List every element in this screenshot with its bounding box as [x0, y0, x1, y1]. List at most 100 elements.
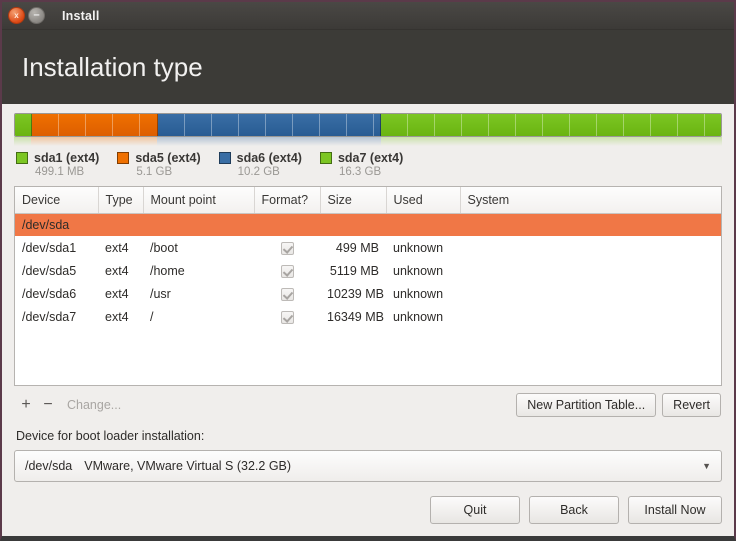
cell-format	[254, 213, 320, 236]
column-header-size[interactable]: Size	[320, 187, 387, 214]
partition-toolbar: + − Change... New Partition Table... Rev…	[14, 386, 722, 424]
quit-button[interactable]: Quit	[430, 496, 520, 524]
cell-used: unknown	[393, 309, 444, 324]
cell-system	[460, 305, 721, 328]
legend-item-header: sda7 (ext4)	[319, 151, 404, 165]
cell-size: 499 MB	[335, 240, 379, 255]
boot-loader-label: Device for boot loader installation:	[16, 429, 205, 443]
close-glyph: x	[14, 10, 19, 20]
window-title: Install	[62, 8, 100, 23]
title-bar: x – Install	[2, 2, 734, 30]
column-header-device[interactable]: Device	[15, 187, 99, 214]
cell-system	[460, 236, 721, 259]
footer-buttons: Quit Back Install Now	[14, 482, 722, 536]
cell-format	[254, 259, 320, 282]
partition-segment-reflection-sda6	[157, 137, 381, 146]
legend-size: 16.3 GB	[338, 166, 382, 178]
legend-item-0: sda1 (ext4) 499.1 MB	[16, 151, 99, 178]
cell-size: 16349 MB	[327, 309, 384, 324]
legend-label: sda7 (ext4)	[337, 151, 404, 165]
cell-device: /dev/sda7	[22, 309, 77, 324]
partition-segment-sda7[interactable]	[380, 114, 721, 136]
back-button[interactable]: Back	[529, 496, 619, 524]
cell-system	[460, 259, 721, 282]
install-now-button[interactable]: Install Now	[628, 496, 722, 524]
cell-used: unknown	[393, 240, 444, 255]
column-header-system[interactable]: System	[460, 187, 721, 214]
cell-size: 10239 MB	[327, 286, 384, 301]
legend-item-2: sda6 (ext4) 10.2 GB	[218, 151, 302, 178]
format-checkbox[interactable]	[280, 287, 294, 301]
partition-segment-reflection-sda1	[14, 137, 31, 146]
cell-format	[254, 282, 320, 305]
add-partition-button[interactable]: +	[15, 396, 37, 414]
cell-format	[254, 305, 320, 328]
cell-mount-point: /boot	[150, 240, 178, 255]
minimize-icon[interactable]: –	[28, 7, 45, 24]
cell-mount-point: /usr	[150, 286, 171, 301]
partition-segment-reflection-sda5	[30, 137, 157, 146]
revert-button[interactable]: Revert	[662, 393, 721, 417]
legend-size: 10.2 GB	[237, 166, 280, 178]
chevron-down-icon: ▼	[702, 461, 711, 471]
format-checkbox[interactable]	[280, 310, 294, 324]
column-header-mount-point[interactable]: Mount point	[143, 187, 255, 214]
format-checkbox[interactable]	[280, 264, 294, 278]
partition-table: Device Type Mount point Format? Size Used Syst…	[15, 187, 721, 328]
legend-swatch-icon	[319, 152, 332, 164]
cell-system	[460, 282, 721, 305]
table-row[interactable]: /dev/sda5 ext4/home 5119 MB unknown	[15, 259, 721, 282]
column-header-format[interactable]: Format?	[254, 187, 321, 214]
cell-type: ext4	[105, 240, 129, 255]
cell-type	[98, 213, 143, 236]
cell-used: unknown	[393, 263, 444, 278]
legend-item-header: sda1 (ext4)	[16, 151, 99, 165]
cell-mount-point: /home	[150, 263, 185, 278]
legend-item-1: sda5 (ext4) 5.1 GB	[117, 151, 201, 178]
partition-segment-sda5[interactable]	[31, 114, 158, 136]
table-row[interactable]: /dev/sda	[15, 213, 721, 236]
table-header-row: Device Type Mount point Format? Size Used Syst…	[15, 187, 721, 214]
cell-format	[254, 236, 320, 259]
table-row[interactable]: /dev/sda1 ext4/boot 499 MB unknown	[15, 236, 721, 259]
legend-size: 5.1 GB	[136, 166, 173, 178]
cell-mount-point: /	[150, 309, 154, 324]
partition-table-container[interactable]: Device Type Mount point Format? Size Used Syst…	[14, 186, 722, 386]
new-partition-table-button[interactable]: New Partition Table...	[516, 393, 657, 417]
partition-table-body: /dev/sda/dev/sda1 ext4/boot 499 MB unknown /…	[15, 213, 721, 328]
minimize-glyph: –	[33, 9, 40, 21]
legend-label: sda5 (ext4)	[135, 151, 201, 165]
legend-size: 499.1 MB	[35, 166, 85, 178]
cell-mount-point	[143, 213, 254, 236]
partition-segment-sda6[interactable]	[157, 114, 381, 136]
cell-used: unknown	[393, 286, 444, 301]
partition-segment-reflection-sda7	[380, 137, 722, 146]
change-partition-button[interactable]: Change...	[67, 398, 121, 412]
cell-size	[320, 213, 386, 236]
column-header-type[interactable]: Type	[98, 187, 144, 214]
boot-loader-select[interactable]: /dev/sda VMware, VMware Virtual S (32.2 …	[14, 450, 722, 482]
legend-item-header: sda5 (ext4)	[117, 151, 201, 165]
partition-bar-reflection	[14, 137, 722, 146]
cell-type: ext4	[105, 286, 129, 301]
legend-swatch-icon	[117, 152, 130, 164]
table-row[interactable]: /dev/sda7 ext4 / 16349 MB unknown	[15, 305, 721, 328]
header-band: Installation type	[2, 30, 734, 104]
table-row[interactable]: /dev/sda6 ext4/usr 10239 MB unknown	[15, 282, 721, 305]
legend-label: sda6 (ext4)	[236, 151, 302, 165]
cell-used	[386, 213, 460, 236]
boot-loader-device: /dev/sda	[25, 459, 73, 473]
page-title: Installation type	[22, 51, 203, 82]
legend-swatch-icon	[16, 152, 28, 164]
column-header-used[interactable]: Used	[386, 187, 461, 214]
close-icon[interactable]: x	[8, 7, 25, 24]
partition-bar[interactable]	[14, 113, 722, 137]
remove-partition-button[interactable]: −	[37, 396, 59, 414]
partition-segment-sda1[interactable]	[15, 114, 32, 136]
install-window: x – Install Installation type sda1 (ext4…	[0, 0, 736, 541]
format-checkbox[interactable]	[280, 241, 294, 255]
cell-size: 5119 MB	[329, 263, 379, 278]
legend-item-header: sda6 (ext4)	[218, 151, 302, 165]
partition-legend: sda1 (ext4) 499.1 MB sda5 (ext4) 5.1 GB sda6…	[14, 149, 722, 186]
cell-device: /dev/sda	[15, 213, 98, 236]
